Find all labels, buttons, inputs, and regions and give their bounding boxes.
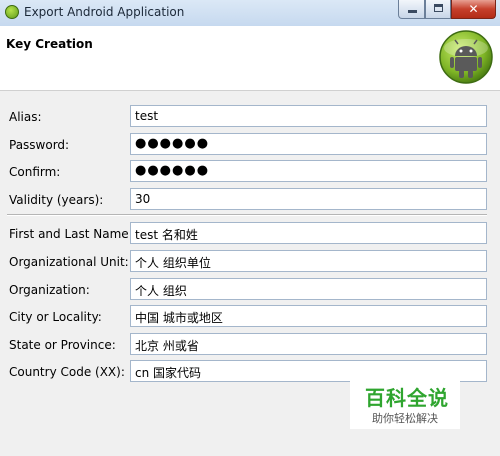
validity-row: Validity (years): 30 bbox=[0, 188, 500, 212]
city-row: City or Locality: 中国 城市或地区 bbox=[0, 305, 500, 329]
name-row: First and Last Name: test 名和姓 bbox=[0, 222, 500, 246]
org-unit-label: Organizational Unit: bbox=[9, 255, 129, 269]
maximize-icon bbox=[434, 4, 443, 12]
alias-input[interactable]: test bbox=[130, 105, 487, 127]
country-code-input[interactable]: cn 国家代码 bbox=[130, 360, 487, 382]
org-unit-row: Organizational Unit: 个人 组织单位 bbox=[0, 250, 500, 274]
first-last-name-input[interactable]: test 名和姓 bbox=[130, 222, 487, 244]
organizational-unit-input[interactable]: 个人 组织单位 bbox=[130, 250, 487, 272]
validity-label: Validity (years): bbox=[9, 193, 104, 207]
minimize-button[interactable] bbox=[398, 0, 425, 19]
confirm-password-input[interactable]: ●●●●●● bbox=[130, 160, 487, 182]
validity-input[interactable]: 30 bbox=[130, 188, 487, 210]
watermark-subtitle: 助你轻松解决 bbox=[372, 412, 438, 425]
android-logo-icon bbox=[439, 30, 493, 84]
city-label: City or Locality: bbox=[9, 310, 102, 324]
state-label: State or Province: bbox=[9, 338, 116, 352]
confirm-row: Confirm: ●●●●●● bbox=[0, 160, 500, 184]
alias-row: Alias: test bbox=[0, 105, 500, 129]
page-title: Key Creation bbox=[6, 37, 93, 51]
password-input[interactable]: ●●●●●● bbox=[130, 133, 487, 155]
password-label: Password: bbox=[9, 138, 70, 152]
confirm-label: Confirm: bbox=[9, 165, 61, 179]
watermark: 百科全说 助你轻松解决 bbox=[350, 381, 460, 429]
city-input[interactable]: 中国 城市或地区 bbox=[130, 305, 487, 327]
close-button[interactable]: ✕ bbox=[451, 0, 496, 19]
organization-row: Organization: 个人 组织 bbox=[0, 278, 500, 302]
close-icon: ✕ bbox=[468, 2, 479, 16]
organization-input[interactable]: 个人 组织 bbox=[130, 278, 487, 300]
country-label: Country Code (XX): bbox=[9, 365, 125, 379]
title-bar[interactable]: Export Android Application ✕ bbox=[0, 0, 500, 26]
window-title: Export Android Application bbox=[24, 5, 185, 19]
minimize-icon bbox=[408, 10, 417, 13]
state-row: State or Province: 北京 州或省 bbox=[0, 333, 500, 357]
maximize-button[interactable] bbox=[425, 0, 451, 19]
organization-label: Organization: bbox=[9, 283, 90, 297]
password-row: Password: ●●●●●● bbox=[0, 133, 500, 157]
alias-label: Alias: bbox=[9, 110, 42, 124]
android-app-icon bbox=[5, 5, 19, 19]
watermark-title: 百科全说 bbox=[365, 386, 449, 410]
state-input[interactable]: 北京 州或省 bbox=[130, 333, 487, 355]
export-android-application-window: Export Android Application ✕ Key Creatio… bbox=[0, 0, 500, 456]
name-label: First and Last Name: bbox=[9, 227, 133, 241]
section-divider bbox=[7, 214, 487, 216]
wizard-header: Key Creation bbox=[0, 26, 500, 91]
